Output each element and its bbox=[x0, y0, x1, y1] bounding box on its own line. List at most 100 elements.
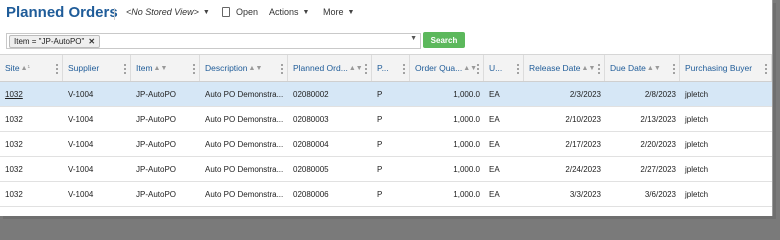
column-menu-icon[interactable] bbox=[477, 63, 479, 75]
cell-supplier: V-1004 bbox=[63, 207, 131, 217]
sort-icon[interactable]: ▲▼ bbox=[647, 65, 661, 72]
column-header[interactable]: Item ▲▼ bbox=[131, 55, 200, 81]
sort-icon[interactable]: ▲▼ bbox=[582, 65, 596, 72]
cell-buyer: jpletch bbox=[685, 189, 709, 199]
stored-view-dropdown[interactable]: <No Stored View> ▼ bbox=[126, 7, 210, 17]
cell-qty: 1,000.0 bbox=[453, 164, 480, 174]
actions-menu[interactable]: Actions ▼ bbox=[269, 7, 309, 17]
column-menu-icon[interactable] bbox=[517, 63, 519, 75]
stored-view-label: <No Stored View> bbox=[126, 7, 199, 17]
cell-planned-order: 02080002 bbox=[293, 89, 329, 99]
cell-description: Auto PO Demonstra... bbox=[205, 139, 284, 149]
column-menu-icon[interactable] bbox=[598, 63, 600, 75]
column-header-label: Release Date bbox=[529, 63, 581, 73]
table-row[interactable]: 1032V-1004JP-AutoPOAuto PO Demonstra...0… bbox=[0, 157, 772, 182]
cell-qty: 1,000.0 bbox=[453, 114, 480, 124]
cell-site[interactable]: 1032 bbox=[0, 157, 63, 181]
cell-due: 2/8/2023 bbox=[644, 89, 676, 99]
column-header[interactable]: Site ▲¹ bbox=[0, 55, 63, 81]
column-menu-icon[interactable] bbox=[365, 63, 367, 75]
close-icon[interactable]: ✕ bbox=[88, 37, 95, 46]
cell-p: P bbox=[372, 207, 410, 217]
cell-buyer: jpletch bbox=[680, 207, 772, 217]
sort-icon[interactable]: ▲¹ bbox=[21, 65, 30, 72]
chevron-down-icon: ▼ bbox=[302, 8, 310, 16]
cell-p: P bbox=[377, 164, 383, 174]
sort-icon[interactable]: ▲▼ bbox=[463, 65, 477, 72]
cell-site[interactable]: 1032 bbox=[0, 207, 63, 217]
cell-release: 2/10/2023 bbox=[565, 114, 601, 124]
cell-description: Auto PO Demonstra... bbox=[205, 89, 284, 99]
cell-site[interactable]: 1032 bbox=[0, 82, 63, 106]
cell-release: 3/3/2023 bbox=[569, 189, 601, 199]
table-row[interactable]: 1032V-1004JP-AutoPOAuto PO Demonstra...0… bbox=[0, 182, 772, 207]
table-row[interactable]: 1032V-1004JP-AutoPOAuto PO Demonstra...0… bbox=[0, 107, 772, 132]
chevron-down-icon: ▼ bbox=[202, 8, 210, 16]
cell-due: 2/20/2023 bbox=[640, 139, 676, 149]
page-title: Planned Orders bbox=[6, 4, 118, 21]
cell-item: JP-AutoPO bbox=[131, 207, 200, 217]
column-menu-icon[interactable] bbox=[765, 63, 767, 75]
cell-description: Auto PO Demonstra... bbox=[200, 207, 288, 217]
cell-item: JP-AutoPO bbox=[136, 114, 177, 124]
search-button[interactable]: Search bbox=[423, 32, 465, 48]
column-menu-icon[interactable] bbox=[281, 63, 283, 75]
cell-item: JP-AutoPO bbox=[136, 139, 177, 149]
column-menu-icon[interactable] bbox=[193, 63, 195, 75]
cell-site[interactable]: 1032 bbox=[0, 107, 63, 131]
cell-uom: EA bbox=[489, 189, 500, 199]
column-header[interactable]: Supplier bbox=[63, 55, 131, 81]
toolbar: Planned Orders <No Stored View> ▼ Open A… bbox=[0, 0, 772, 30]
column-header[interactable]: P... bbox=[372, 55, 410, 81]
open-label: Open bbox=[236, 7, 259, 17]
column-menu-icon[interactable] bbox=[673, 63, 675, 75]
cell-due: 3/6/2023 bbox=[644, 189, 676, 199]
cell-planned-order: 02080007 bbox=[288, 207, 372, 217]
cell-description: Auto PO Demonstra... bbox=[205, 164, 284, 174]
cell-buyer: jpletch bbox=[685, 164, 709, 174]
table-row[interactable]: 1032V-1004JP-AutoPOAuto PO Demonstra...0… bbox=[0, 207, 772, 217]
column-menu-icon[interactable] bbox=[56, 63, 58, 75]
cell-site[interactable]: 1032 bbox=[0, 132, 63, 156]
column-header-label: U... bbox=[489, 63, 503, 73]
table-row[interactable]: 1032V-1004JP-AutoPOAuto PO Demonstra...0… bbox=[0, 132, 772, 157]
filter-chip-label: Item = "JP-AutoPO" bbox=[14, 37, 85, 46]
column-menu-icon[interactable] bbox=[403, 63, 405, 75]
cell-supplier: V-1004 bbox=[68, 89, 94, 99]
filter-chip[interactable]: Item = "JP-AutoPO" ✕ bbox=[9, 35, 101, 48]
cell-supplier: V-1004 bbox=[68, 114, 94, 124]
sort-icon[interactable]: ▲▼ bbox=[154, 65, 168, 72]
cell-site[interactable]: 1032 bbox=[0, 182, 63, 206]
file-icon bbox=[222, 7, 230, 17]
filter-input[interactable]: Item = "JP-AutoPO" ✕ ▼ bbox=[6, 33, 421, 49]
column-header[interactable]: Due Date ▲▼ bbox=[605, 55, 680, 81]
cell-release: 2/24/2023 bbox=[565, 164, 601, 174]
column-menu-icon[interactable] bbox=[124, 63, 126, 75]
cell-supplier: V-1004 bbox=[68, 139, 94, 149]
sort-icon[interactable]: ▲▼ bbox=[249, 65, 263, 72]
grid-body: 1032 V-1004 JP-AutoPO Auto PO Demonstra... 0… bbox=[0, 82, 772, 216]
cell-uom: EA bbox=[489, 114, 500, 124]
table-row[interactable]: 1032V-1004JP-AutoPOAuto PO Demonstra...0… bbox=[0, 82, 772, 107]
cell-qty: 1,000.0 bbox=[410, 207, 484, 217]
column-header[interactable]: Purchasing Buyer bbox=[680, 55, 772, 81]
column-header[interactable]: Order Qua... ▲▼ bbox=[410, 55, 484, 81]
more-menu[interactable]: More ▼ bbox=[323, 7, 354, 17]
chevron-down-icon[interactable]: ▼ bbox=[410, 35, 417, 42]
planned-orders-window: Planned Orders <No Stored View> ▼ Open A… bbox=[0, 0, 773, 216]
column-header[interactable]: U... bbox=[484, 55, 524, 81]
more-label: More bbox=[323, 7, 344, 17]
cell-planned-order: 02080003 bbox=[293, 114, 329, 124]
open-button[interactable]: Open bbox=[222, 7, 258, 17]
cell-uom: EA bbox=[489, 139, 500, 149]
column-header[interactable]: Description ▲▼ bbox=[200, 55, 288, 81]
planned-orders-grid: Site ▲¹ Supplier Item ▲▼ Description ▲▼ Planned… bbox=[0, 54, 772, 216]
column-header[interactable]: Planned Ord... ▲▼ bbox=[288, 55, 372, 81]
actions-label: Actions bbox=[269, 7, 299, 17]
cell-qty: 1,000.0 bbox=[453, 189, 480, 199]
column-header-label: Description bbox=[205, 63, 248, 73]
cell-item: JP-AutoPO bbox=[136, 164, 177, 174]
column-header[interactable]: Release Date ▲▼ bbox=[524, 55, 605, 81]
sort-icon[interactable]: ▲▼ bbox=[349, 65, 363, 72]
column-header-label: Item bbox=[136, 63, 153, 73]
